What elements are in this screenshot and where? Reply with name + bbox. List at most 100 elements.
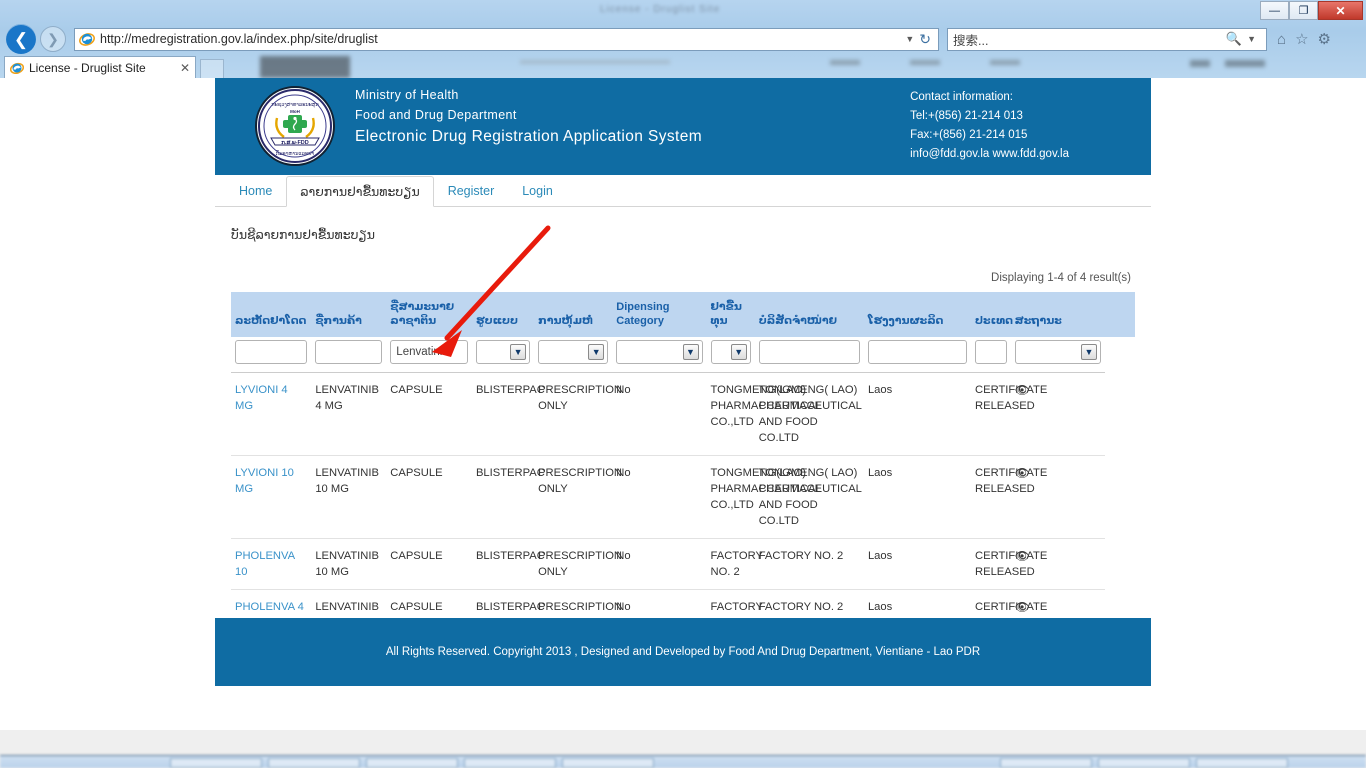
contact-information: Contact information: Tel:+(856) 21-214 0…	[910, 88, 1069, 164]
results-count-label: Displaying 1-4 of 4 result(s)	[231, 272, 1135, 284]
search-chevron-down-icon[interactable]: ▼	[1242, 34, 1261, 44]
filter-input-country[interactable]	[975, 340, 1007, 364]
filter-select-controlled-drug[interactable]: ▼	[711, 340, 751, 364]
filter-input-manufacturer[interactable]	[868, 340, 967, 364]
taskbar-item[interactable]	[464, 758, 556, 768]
cell-dosage-form: CAPSULE	[386, 539, 472, 590]
table-row[interactable]: LYVIONI 10 MG LENVATINIB 10 MG CAPSULE B…	[231, 456, 1135, 539]
drug-link[interactable]: LYVIONI 10 MG	[235, 467, 294, 495]
col-header-controlled-drug: ຢາຂື້ນທຸນ	[707, 292, 755, 337]
chevron-down-icon[interactable]: ▼	[1081, 344, 1097, 360]
refresh-icon[interactable]: ↻	[919, 31, 934, 48]
col-header-distributor: ບໍລິສັດຈຳໜ່າຍ	[755, 292, 864, 337]
header-line-system: Electronic Drug Registration Application…	[355, 128, 702, 146]
cell-actions: 👁	[1011, 373, 1105, 456]
nav-tab-home[interactable]: Home	[225, 175, 286, 206]
taskbar-item[interactable]	[268, 758, 360, 768]
col-header-country: ປະເທດ	[971, 292, 1011, 337]
forward-arrow-icon[interactable]: ❯	[40, 26, 66, 52]
browser-titlebar: License - Druglist Site — ❐ ✕	[0, 0, 1366, 22]
cell-dispensing-category: PRESCRIPTION ONLY	[534, 373, 612, 456]
os-taskbar	[0, 755, 1366, 768]
minimize-button[interactable]: —	[1260, 1, 1289, 20]
tab-close-icon[interactable]: ✕	[176, 61, 190, 75]
nav-tab-druglist[interactable]: ລາຍການຢາຂື້ນທະບຽນ	[286, 176, 433, 207]
contact-fax: Fax:+(856) 21-214 015	[910, 126, 1069, 145]
address-bar[interactable]: http://medregistration.gov.la/index.php/…	[74, 28, 939, 51]
back-arrow-icon[interactable]: ❮	[6, 24, 36, 54]
col-header-dosage-form: ຮູບແບບ	[472, 292, 534, 337]
filter-input-trade-name[interactable]	[315, 340, 382, 364]
cell-manufacturer: FACTORY NO. 2	[755, 539, 864, 590]
cell-generic-name: LENVATINIB 10 MG	[311, 539, 386, 590]
search-input[interactable]: 搜索...	[953, 30, 1226, 49]
contact-tel: Tel:+(856) 21-214 013	[910, 107, 1069, 126]
cell-controlled-drug: No	[612, 539, 706, 590]
cell-controlled-drug: No	[612, 373, 706, 456]
chevron-down-icon[interactable]: ▼	[588, 344, 604, 360]
filter-select-dispensing-category[interactable]: ▼	[616, 340, 702, 364]
gear-icon[interactable]: ⚙	[1318, 30, 1331, 48]
eye-icon[interactable]: 👁	[1015, 549, 1030, 563]
cell-actions: 👁	[1011, 456, 1105, 539]
filter-cell-dispensing-category: ▼	[612, 337, 706, 373]
cell-dosage-form: CAPSULE	[386, 456, 472, 539]
maximize-button[interactable]: ❐	[1289, 1, 1318, 20]
filter-select-packaging[interactable]: ▼	[538, 340, 608, 364]
search-bar[interactable]: 搜索... 🔍 ▼	[947, 28, 1267, 51]
new-tab-button[interactable]	[200, 59, 224, 78]
drug-link[interactable]: PHOLENVA 4	[235, 601, 304, 613]
chevron-down-icon[interactable]: ▼	[731, 344, 747, 360]
filter-select-status[interactable]: ▼	[1015, 340, 1101, 364]
filter-input-distributor[interactable]	[759, 340, 860, 364]
col-header-trade-name: ຊື່ການຄ້າ	[311, 292, 386, 337]
site-header: ກະຊວງສາທາລະນະສຸກ MoH ກ.ສ.ພ-FDD ກົມອາຫານແ…	[215, 78, 1151, 175]
chevron-down-icon[interactable]: ▼	[510, 344, 526, 360]
col-header-generic-name: ຊື່ສາມະນາຍລາຊາຕິນ	[386, 292, 472, 337]
nav-tab-register[interactable]: Register	[434, 175, 509, 206]
eye-icon[interactable]: 👁	[1015, 466, 1030, 480]
taskbar-item[interactable]	[1000, 758, 1092, 768]
filter-cell-status: ▼	[1011, 337, 1105, 373]
taskbar-item[interactable]	[562, 758, 654, 768]
close-button[interactable]: ✕	[1318, 1, 1363, 20]
taskbar-item[interactable]	[1098, 758, 1190, 768]
footer-text: All Rights Reserved. Copyright 2013 , De…	[386, 646, 980, 658]
cell-drug-code: LYVIONI 4 MG	[231, 373, 311, 456]
filter-input-drug-code[interactable]	[235, 340, 307, 364]
drug-link[interactable]: PHOLENVA 10	[235, 550, 294, 578]
nav-tab-login[interactable]: Login	[508, 175, 567, 206]
eye-icon[interactable]: 👁	[1015, 600, 1030, 614]
taskbar-item[interactable]	[366, 758, 458, 768]
taskbar-item[interactable]	[170, 758, 262, 768]
cell-manufacturer: TONGMENG( LAO) PHARMACEUTICAL AND FOOD C…	[755, 373, 864, 456]
search-icon[interactable]: 🔍	[1226, 31, 1242, 47]
home-icon[interactable]: ⌂	[1277, 31, 1286, 48]
table-row[interactable]: LYVIONI 4 MG LENVATINIB 4 MG CAPSULE BLI…	[231, 373, 1135, 456]
filter-select-dosage-form[interactable]: ▼	[476, 340, 530, 364]
window-title-ghost: License - Druglist Site	[600, 4, 720, 15]
eye-icon[interactable]: 👁	[1015, 383, 1030, 397]
cell-controlled-drug: No	[612, 456, 706, 539]
svg-text:ກະຊວງສາທາລະນະສຸກ: ກະຊວງສາທາລະນະສຸກ	[271, 102, 319, 108]
table-row[interactable]: PHOLENVA 10 LENVATINIB 10 MG CAPSULE BLI…	[231, 539, 1135, 590]
os-bottom-strip	[0, 730, 1366, 768]
star-icon[interactable]: ☆	[1295, 30, 1308, 48]
table-body: LYVIONI 4 MG LENVATINIB 4 MG CAPSULE BLI…	[231, 373, 1135, 641]
cell-distributor: TONGMENG(LAO) PHARMACCEUTICAL CO.,LTD	[707, 456, 755, 539]
header-line-department: Food and Drug Department	[355, 108, 702, 122]
chevron-down-icon[interactable]: ▼	[900, 34, 919, 44]
browser-tab[interactable]: License - Druglist Site ✕	[4, 56, 196, 78]
cell-distributor: FACTORY NO. 2	[707, 539, 755, 590]
drug-link[interactable]: LYVIONI 4 MG	[235, 384, 288, 412]
site-nav-tabs: Home ລາຍການຢາຂື້ນທະບຽນ Register Login	[215, 175, 1151, 207]
browser-tool-icons: ⌂ ☆ ⚙	[1277, 30, 1331, 48]
main-content: ບັນຊີລາຍການຢາຂື້ນທະບຽນ Displaying 1-4 of…	[215, 207, 1151, 640]
col-header-packaging: ການຫຸ້ມຫໍ່	[534, 292, 612, 337]
site-container: ກະຊວງສາທາລະນະສຸກ MoH ກ.ສ.ພ-FDD ກົມອາຫານແ…	[215, 78, 1151, 686]
cell-generic-name: LENVATINIB 4 MG	[311, 373, 386, 456]
filter-input-generic-name[interactable]	[390, 340, 468, 364]
contact-title: Contact information:	[910, 88, 1069, 107]
taskbar-item[interactable]	[1196, 758, 1288, 768]
chevron-down-icon[interactable]: ▼	[683, 344, 699, 360]
